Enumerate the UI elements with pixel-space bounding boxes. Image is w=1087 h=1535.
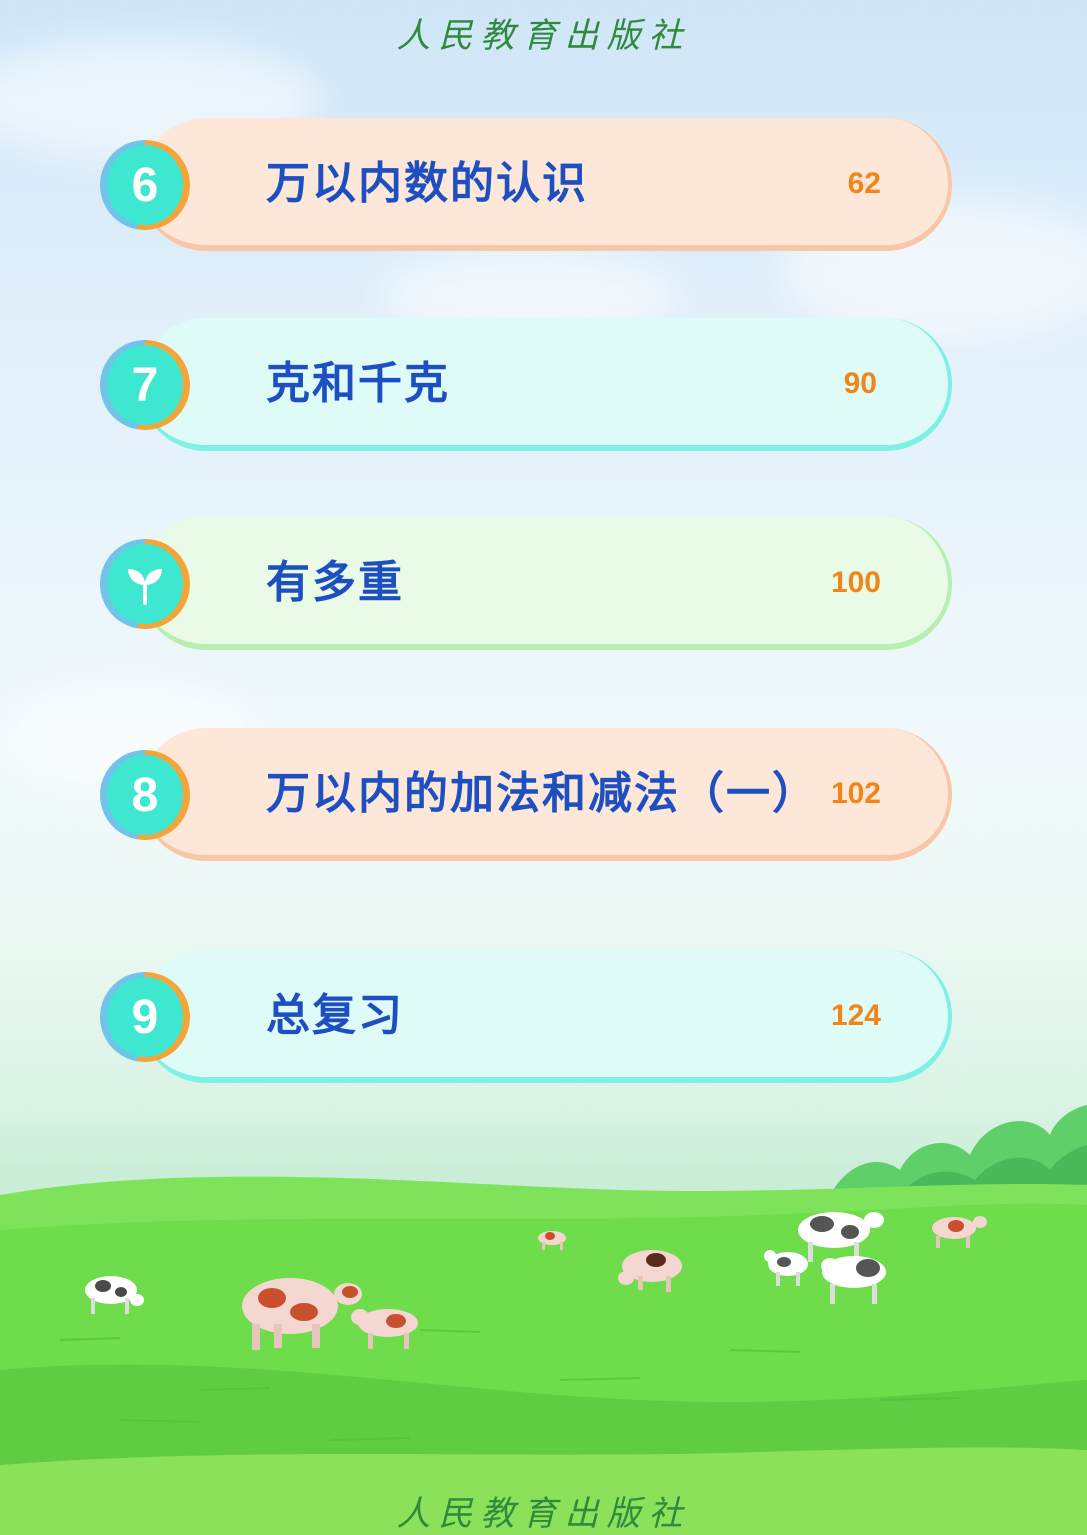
toc-page-number: 124: [830, 999, 881, 1032]
unit-number-badge: 6: [100, 140, 190, 230]
toc-title: 总复习: [266, 990, 404, 1041]
unit-number: 7: [107, 345, 183, 425]
toc-title: 有多重: [266, 557, 404, 608]
toc-title: 克和千克: [266, 358, 450, 409]
sprout-icon: [107, 544, 183, 624]
unit-number: 9: [107, 977, 183, 1057]
toc-page-number: 62: [847, 167, 881, 200]
unit-number-badge: 9: [100, 972, 190, 1062]
unit-number-badge: 7: [100, 340, 190, 430]
publisher-logo-bottom: 人民教育出版社: [396, 1494, 691, 1534]
toc-item-unit-8[interactable]: 8 万以内的加法和减法（一） 102: [100, 728, 953, 868]
toc-item-unit-7[interactable]: 7 克和千克 90: [100, 318, 953, 458]
activity-badge: [100, 539, 190, 629]
toc-item-activity[interactable]: 有多重 100: [100, 517, 953, 657]
toc-page-number: 102: [830, 777, 881, 810]
unit-number: 8: [107, 755, 183, 835]
toc-page-number: 90: [843, 367, 877, 400]
toc-item-unit-6[interactable]: 6 万以内数的认识 62: [100, 118, 953, 258]
toc-item-unit-9[interactable]: 9 总复习 124: [100, 950, 953, 1090]
toc-title: 万以内数的认识: [266, 158, 588, 209]
meadow-illustration: [0, 1105, 1087, 1535]
toc-page-number: 100: [830, 566, 881, 599]
toc-title: 万以内的加法和减法（一）: [266, 768, 818, 819]
publisher-logo-top: 人民教育出版社: [396, 16, 691, 56]
unit-number: 6: [107, 145, 183, 225]
toc-bar: [140, 318, 952, 451]
unit-number-badge: 8: [100, 750, 190, 840]
